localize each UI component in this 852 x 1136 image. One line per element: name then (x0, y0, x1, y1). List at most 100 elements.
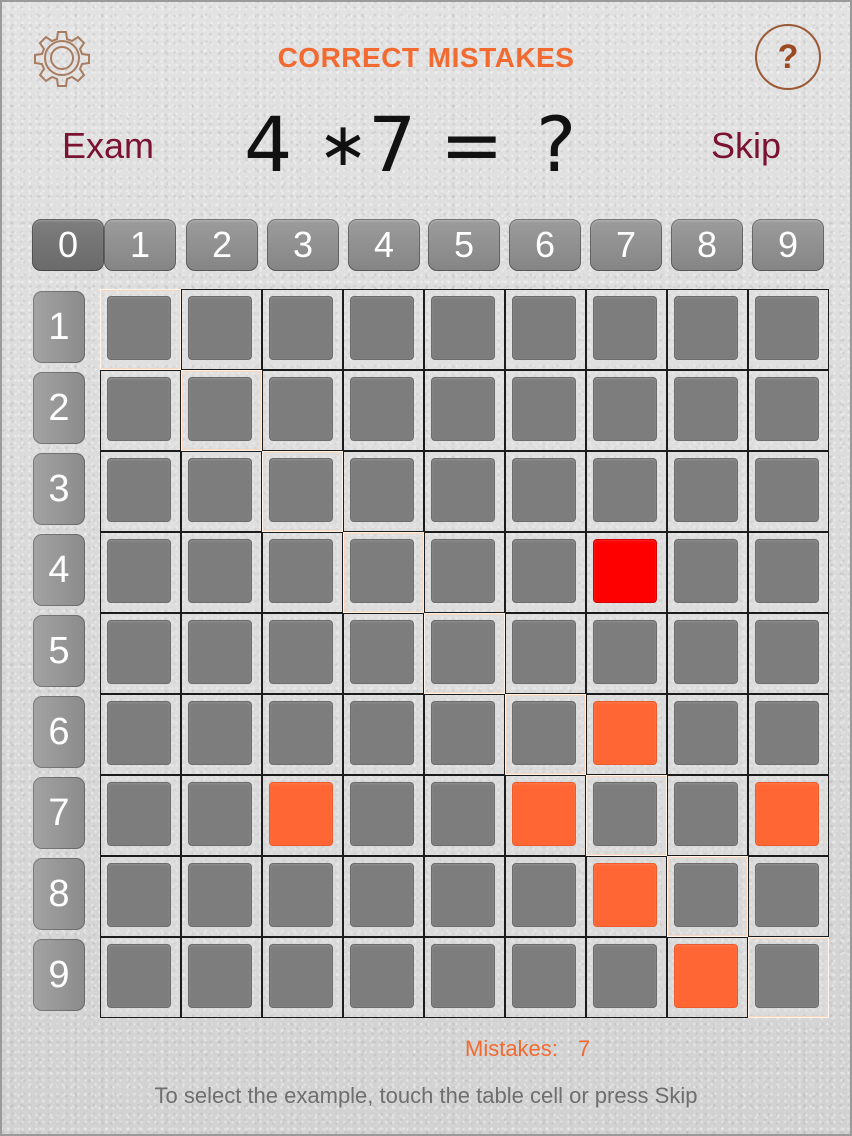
grid-cell-6x5[interactable] (424, 694, 505, 775)
grid-cell-8x9[interactable] (748, 856, 829, 937)
grid-cell-2x4[interactable] (343, 370, 424, 451)
column-header-2[interactable]: 2 (186, 219, 258, 271)
grid-cell-3x3[interactable] (262, 451, 343, 532)
grid-cell-9x5[interactable] (424, 937, 505, 1018)
grid-cell-1x2[interactable] (181, 289, 262, 370)
grid-cell-3x7[interactable] (586, 451, 667, 532)
help-button[interactable]: ? (755, 24, 821, 90)
grid-cell-7x2[interactable] (181, 775, 262, 856)
row-header-9[interactable]: 9 (33, 939, 85, 1011)
column-header-9[interactable]: 9 (752, 219, 824, 271)
grid-cell-6x7[interactable] (586, 694, 667, 775)
grid-cell-5x5[interactable] (424, 613, 505, 694)
grid-cell-3x6[interactable] (505, 451, 586, 532)
grid-cell-7x6[interactable] (505, 775, 586, 856)
grid-cell-9x4[interactable] (343, 937, 424, 1018)
grid-cell-3x9[interactable] (748, 451, 829, 532)
grid-cell-5x8[interactable] (667, 613, 748, 694)
grid-cell-5x3[interactable] (262, 613, 343, 694)
grid-cell-2x7[interactable] (586, 370, 667, 451)
grid-cell-7x8[interactable] (667, 775, 748, 856)
grid-cell-6x3[interactable] (262, 694, 343, 775)
grid-cell-6x4[interactable] (343, 694, 424, 775)
grid-cell-5x6[interactable] (505, 613, 586, 694)
grid-cell-3x2[interactable] (181, 451, 262, 532)
column-header-7[interactable]: 7 (590, 219, 662, 271)
grid-cell-9x3[interactable] (262, 937, 343, 1018)
grid-cell-4x9[interactable] (748, 532, 829, 613)
column-header-6[interactable]: 6 (509, 219, 581, 271)
grid-cell-6x1[interactable] (100, 694, 181, 775)
grid-cell-3x5[interactable] (424, 451, 505, 532)
grid-cell-8x1[interactable] (100, 856, 181, 937)
grid-cell-5x7[interactable] (586, 613, 667, 694)
grid-cell-8x3[interactable] (262, 856, 343, 937)
row-header-3[interactable]: 3 (33, 453, 85, 525)
grid-cell-6x6[interactable] (505, 694, 586, 775)
grid-cell-8x7[interactable] (586, 856, 667, 937)
grid-cell-1x5[interactable] (424, 289, 505, 370)
grid-cell-8x2[interactable] (181, 856, 262, 937)
grid-cell-1x3[interactable] (262, 289, 343, 370)
grid-cell-9x6[interactable] (505, 937, 586, 1018)
grid-cell-8x8[interactable] (667, 856, 748, 937)
grid-cell-9x8[interactable] (667, 937, 748, 1018)
grid-cell-6x9[interactable] (748, 694, 829, 775)
grid-cell-2x9[interactable] (748, 370, 829, 451)
grid-cell-5x9[interactable] (748, 613, 829, 694)
grid-cell-4x2[interactable] (181, 532, 262, 613)
grid-cell-9x1[interactable] (100, 937, 181, 1018)
grid-cell-7x4[interactable] (343, 775, 424, 856)
grid-cell-3x4[interactable] (343, 451, 424, 532)
grid-cell-9x9[interactable] (748, 937, 829, 1018)
row-header-7[interactable]: 7 (33, 777, 85, 849)
grid-cell-3x1[interactable] (100, 451, 181, 532)
grid-cell-4x7[interactable] (586, 532, 667, 613)
grid-cell-1x6[interactable] (505, 289, 586, 370)
row-header-4[interactable]: 4 (33, 534, 85, 606)
grid-cell-2x5[interactable] (424, 370, 505, 451)
grid-cell-2x6[interactable] (505, 370, 586, 451)
grid-cell-5x2[interactable] (181, 613, 262, 694)
grid-cell-7x1[interactable] (100, 775, 181, 856)
grid-cell-8x4[interactable] (343, 856, 424, 937)
grid-cell-8x6[interactable] (505, 856, 586, 937)
column-header-4[interactable]: 4 (348, 219, 420, 271)
grid-cell-9x2[interactable] (181, 937, 262, 1018)
column-header-0[interactable]: 0 (32, 219, 104, 271)
grid-cell-1x4[interactable] (343, 289, 424, 370)
grid-cell-7x3[interactable] (262, 775, 343, 856)
grid-cell-2x8[interactable] (667, 370, 748, 451)
skip-button[interactable]: Skip (711, 125, 781, 167)
grid-cell-4x5[interactable] (424, 532, 505, 613)
grid-cell-8x5[interactable] (424, 856, 505, 937)
grid-cell-5x4[interactable] (343, 613, 424, 694)
column-header-1[interactable]: 1 (104, 219, 176, 271)
grid-cell-2x3[interactable] (262, 370, 343, 451)
row-header-8[interactable]: 8 (33, 858, 85, 930)
grid-cell-6x8[interactable] (667, 694, 748, 775)
grid-cell-4x6[interactable] (505, 532, 586, 613)
grid-cell-7x7[interactable] (586, 775, 667, 856)
grid-cell-1x8[interactable] (667, 289, 748, 370)
grid-cell-4x1[interactable] (100, 532, 181, 613)
grid-cell-9x7[interactable] (586, 937, 667, 1018)
grid-cell-3x8[interactable] (667, 451, 748, 532)
grid-cell-2x1[interactable] (100, 370, 181, 451)
grid-cell-4x4[interactable] (343, 532, 424, 613)
grid-cell-5x1[interactable] (100, 613, 181, 694)
row-header-5[interactable]: 5 (33, 615, 85, 687)
grid-cell-7x9[interactable] (748, 775, 829, 856)
grid-cell-6x2[interactable] (181, 694, 262, 775)
exam-button[interactable]: Exam (62, 125, 154, 167)
grid-cell-2x2[interactable] (181, 370, 262, 451)
grid-cell-7x5[interactable] (424, 775, 505, 856)
grid-cell-1x7[interactable] (586, 289, 667, 370)
grid-cell-4x8[interactable] (667, 532, 748, 613)
row-header-2[interactable]: 2 (33, 372, 85, 444)
column-header-5[interactable]: 5 (428, 219, 500, 271)
grid-cell-4x3[interactable] (262, 532, 343, 613)
column-header-8[interactable]: 8 (671, 219, 743, 271)
column-header-3[interactable]: 3 (267, 219, 339, 271)
grid-cell-1x1[interactable] (100, 289, 181, 370)
